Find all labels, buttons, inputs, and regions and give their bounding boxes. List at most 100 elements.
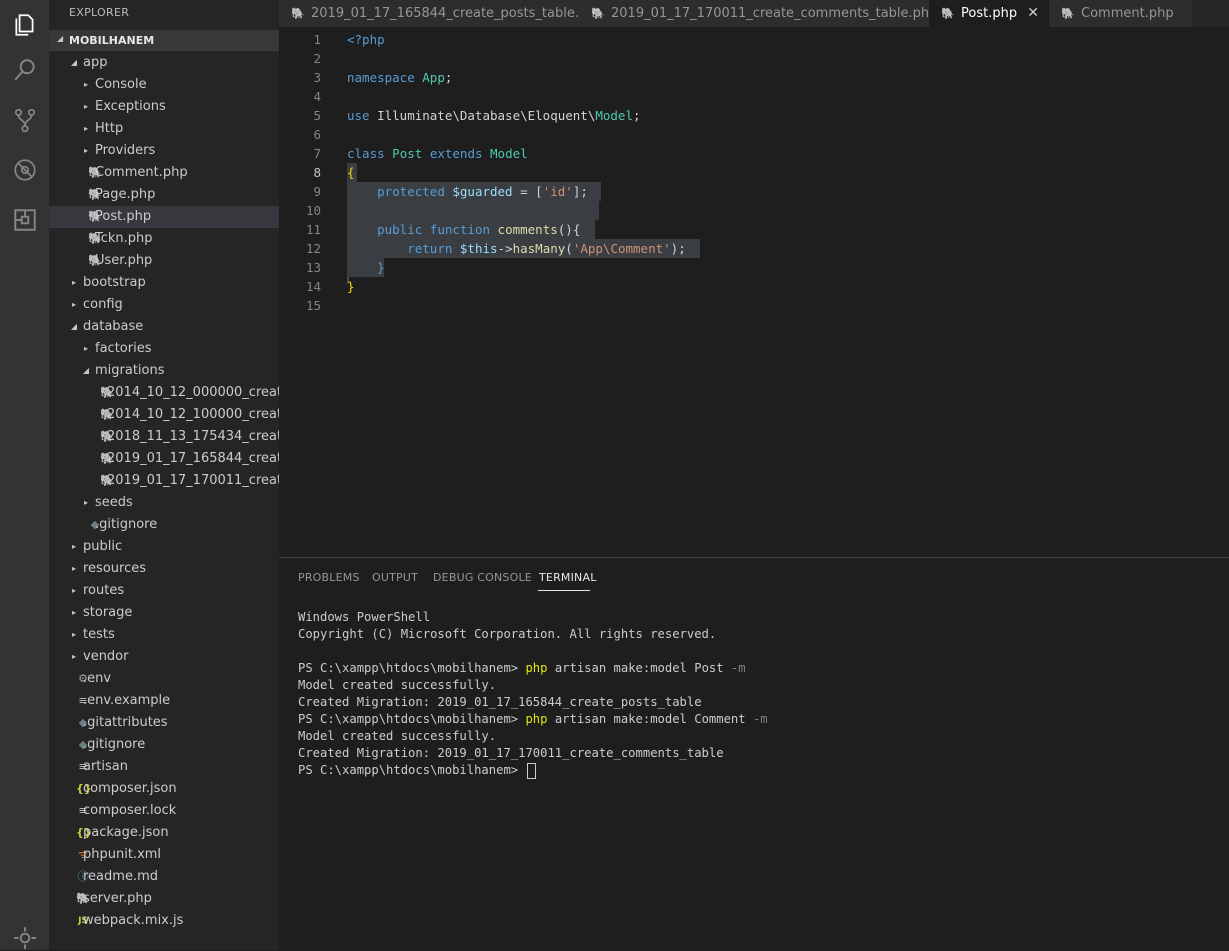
file-item[interactable]: 🐘2019_01_17_170011_create_... <box>49 470 279 492</box>
file-item[interactable]: ◆ .gitattributes <box>49 712 279 734</box>
folder-item[interactable]: ▸ Console <box>49 74 279 96</box>
line-number: 8 <box>313 165 321 180</box>
code-line[interactable]: 9 protected $guarded = ['id']; <box>279 182 1229 201</box>
folder-item[interactable]: ▸ config <box>49 294 279 316</box>
tree-item-label: vendor <box>83 649 129 664</box>
php-icon: 🐘 <box>291 7 305 20</box>
folder-item[interactable]: ◢ app <box>49 52 279 74</box>
tree-item-label: Post.php <box>95 209 152 224</box>
folder-item[interactable]: ▸ vendor <box>49 646 279 668</box>
terminal-text: Copyright (C) Microsoft Corporation. All… <box>298 627 717 641</box>
code-line[interactable]: 14} <box>279 277 1229 296</box>
file-item[interactable]: ≡ .env.example <box>49 690 279 712</box>
folder-item[interactable]: ◢ migrations <box>49 360 279 382</box>
folder-item[interactable]: ▸ seeds <box>49 492 279 514</box>
folder-item[interactable]: ▸ tests <box>49 624 279 646</box>
file-item[interactable]: JS webpack.mix.js <box>49 910 279 932</box>
extensions-icon[interactable] <box>0 195 49 245</box>
folder-item[interactable]: ▸ Exceptions <box>49 96 279 118</box>
terminal-cursor <box>527 762 537 779</box>
folder-item[interactable]: ◢ database <box>49 316 279 338</box>
code-line[interactable]: 7 class Post extends Model <box>279 144 1229 163</box>
tab-label: Post.php <box>961 6 1018 21</box>
code-line[interactable]: 5 use Illuminate\Database\Eloquent\Model; <box>279 106 1229 125</box>
terminal-text: Created Migration: 2019_01_17_170011_cre… <box>298 746 724 760</box>
code-line[interactable]: 11 public function comments(){ <box>279 220 1229 239</box>
tree-item-label: seeds <box>95 495 133 510</box>
code-line[interactable]: 6 <box>279 125 1229 144</box>
project-header[interactable]: ◢ MOBILHANEM <box>49 30 279 51</box>
editor-tab[interactable]: 🐘 Comment.php <box>1049 0 1192 27</box>
folder-item[interactable]: ▸ bootstrap <box>49 272 279 294</box>
file-item[interactable]: 🐘 Comment.php <box>49 162 279 184</box>
terminal[interactable]: Windows PowerShell Copyright (C) Microsof… <box>298 609 768 779</box>
file-item[interactable]: 🐘2019_01_17_165844_create_... <box>49 448 279 470</box>
code-text: namespace App; <box>347 70 453 85</box>
code-line[interactable]: 15 <box>279 296 1229 315</box>
explorer-title: EXPLORER <box>69 6 130 19</box>
tree-item-label: Providers <box>95 143 156 158</box>
folder-item[interactable]: ▸ factories <box>49 338 279 360</box>
code-line[interactable]: 3 namespace App; <box>279 68 1229 87</box>
file-item[interactable]: ⚙ .env <box>49 668 279 690</box>
folder-item[interactable]: ▸ Http <box>49 118 279 140</box>
file-item[interactable]: ≡ artisan <box>49 756 279 778</box>
folder-item[interactable]: ▸ resources <box>49 558 279 580</box>
code-line[interactable]: 10 <box>279 201 1229 220</box>
code-editor[interactable]: 1 <?php 2 3 namespace App; 4 5 use Illuminate\D… <box>279 27 1229 557</box>
editor-tab[interactable]: 🐘 2019_01_17_170011_create_comments_table… <box>579 0 937 27</box>
code-line[interactable]: 1 <?php <box>279 30 1229 49</box>
file-item[interactable]: 🐘 Post.php <box>49 206 279 228</box>
project-name: MOBILHANEM <box>69 34 155 47</box>
editor-tab[interactable]: 🐘 2019_01_17_165844_create_posts_table.ph… <box>279 0 604 27</box>
chevron-right-icon: ▸ <box>71 564 76 573</box>
source-control-icon[interactable] <box>0 95 49 145</box>
folder-item[interactable]: ▸ Providers <box>49 140 279 162</box>
file-item[interactable]: 🐘 User.php <box>49 250 279 272</box>
tab-output[interactable]: OUTPUT <box>372 571 418 584</box>
file-item[interactable]: 🐘 Tckn.php <box>49 228 279 250</box>
terminal-line: Model created successfully. <box>298 728 768 745</box>
file-item[interactable]: 🐘2014_10_12_100000_create_... <box>49 404 279 426</box>
tab-debug-console[interactable]: DEBUG CONSOLE <box>433 571 532 584</box>
code-line[interactable]: 8{ <box>279 163 1229 182</box>
file-item[interactable]: ≡ composer.lock <box>49 800 279 822</box>
folder-item[interactable]: ▸ routes <box>49 580 279 602</box>
folder-item[interactable]: ▸ storage <box>49 602 279 624</box>
file-item[interactable]: {} package.json <box>49 822 279 844</box>
terminal-text: Created Migration: 2019_01_17_165844_cre… <box>298 695 702 709</box>
settings-icon[interactable] <box>0 925 49 950</box>
tree-item-label: database <box>83 319 144 334</box>
chevron-right-icon: ▸ <box>83 344 88 353</box>
tab-problems[interactable]: PROBLEMS <box>298 571 360 584</box>
code-line[interactable]: 12 return $this->hasMany('App\Comment'); <box>279 239 1229 258</box>
code-text: <?php <box>347 32 385 47</box>
file-item[interactable]: ⓘ readme.md <box>49 866 279 888</box>
file-item[interactable]: ᯤ phpunit.xml <box>49 844 279 866</box>
line-number: 5 <box>313 108 321 123</box>
tree-item-label: app <box>83 55 108 70</box>
debug-icon[interactable] <box>0 145 49 195</box>
files-icon[interactable] <box>0 0 49 50</box>
tree-item-label: 2014_10_12_000000_create_... <box>107 385 279 400</box>
close-icon[interactable]: ✕ <box>1027 0 1039 27</box>
file-item[interactable]: 🐘2014_10_12_000000_create_... <box>49 382 279 404</box>
tab-terminal[interactable]: TERMINAL <box>539 571 597 584</box>
file-item[interactable]: 🐘2018_11_13_175434_create_... <box>49 426 279 448</box>
folder-item[interactable]: ▸ public <box>49 536 279 558</box>
file-item[interactable]: {} composer.json <box>49 778 279 800</box>
file-item[interactable]: 🐘 Page.php <box>49 184 279 206</box>
code-text: { <box>347 165 355 180</box>
code-line[interactable]: 2 <box>279 49 1229 68</box>
tree-item-label: .gitignore <box>83 737 146 752</box>
file-item[interactable]: ◆ .gitignore <box>49 514 279 536</box>
search-icon[interactable] <box>0 45 49 95</box>
tree-item-label: config <box>83 297 123 312</box>
tree-item-label: phpunit.xml <box>83 847 162 862</box>
code-line[interactable]: 4 <box>279 87 1229 106</box>
chevron-right-icon: ▸ <box>71 630 76 639</box>
file-item[interactable]: 🐘 server.php <box>49 888 279 910</box>
file-item[interactable]: ◆ .gitignore <box>49 734 279 756</box>
code-line[interactable]: 13 } <box>279 258 1229 277</box>
editor-tab[interactable]: 🐘 Post.php ✕ <box>929 0 1049 27</box>
